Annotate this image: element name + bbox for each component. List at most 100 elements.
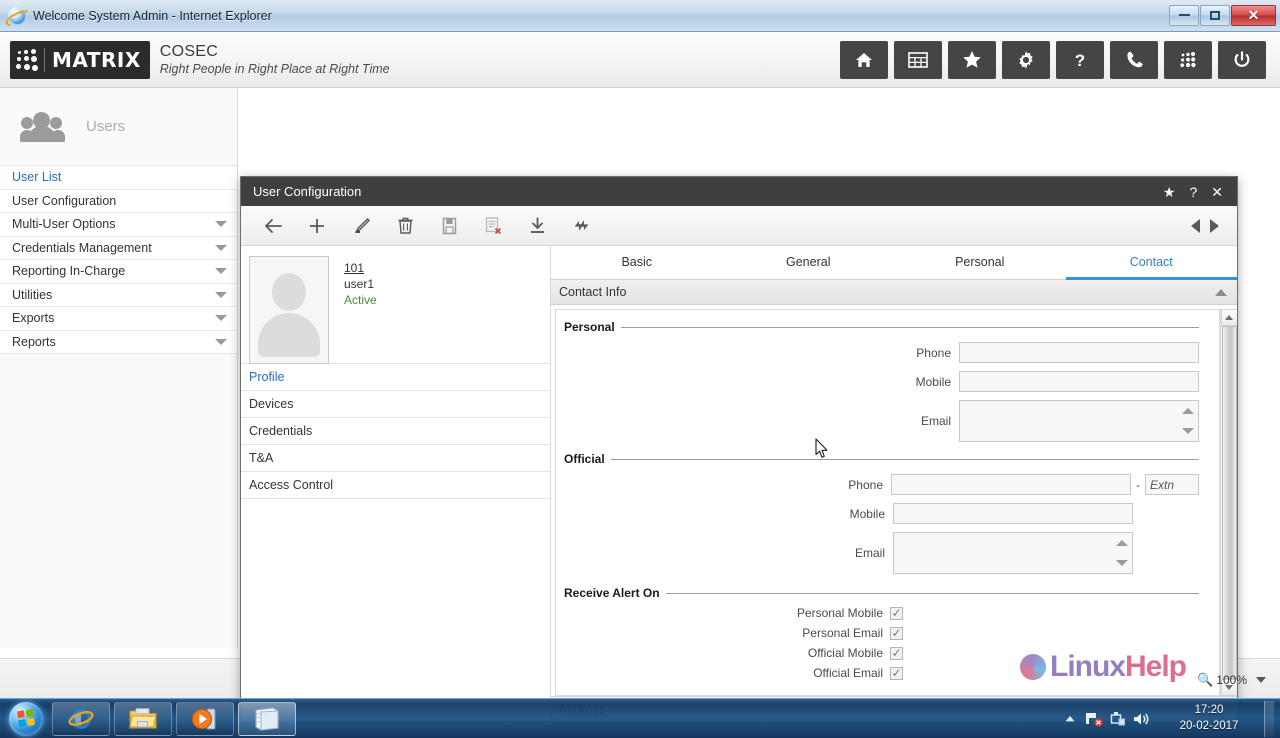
maximize-button[interactable] [1200,4,1230,26]
matrix-logo: MATRIX [10,40,150,79]
scrollbar-up-button[interactable] [1220,309,1237,326]
scroll-down-icon[interactable] [1181,421,1195,441]
help-icon[interactable]: ? [1056,40,1104,79]
user-id[interactable]: 101 [344,261,377,277]
tab-general[interactable]: General [723,246,895,280]
sidebar-item-exports[interactable]: Exports [0,307,237,331]
dots-icon[interactable] [1164,40,1212,79]
alert-checkbox-personal-email[interactable]: ✓ [890,626,903,640]
power-icon[interactable] [1218,40,1266,79]
sidebar-menu: User List User Configuration Multi-User Op… [0,166,237,354]
user-menu-item-access-control[interactable]: Access Control [241,472,550,499]
network-icon[interactable] [1082,710,1106,728]
star-icon[interactable] [948,40,996,79]
add-button[interactable] [295,211,339,241]
favorite-icon[interactable]: ★ [1163,185,1176,199]
chevron-down-icon[interactable] [215,315,227,322]
alert-row: Official Mobile ✓ [556,646,1199,660]
media-player-taskbar-icon[interactable] [176,701,234,736]
tab-basic[interactable]: Basic [551,246,723,280]
group-rule [665,592,1199,594]
scroll-up-icon[interactable] [1115,533,1129,553]
volume-icon[interactable] [1130,710,1154,728]
official-phone-label: Phone [848,477,883,492]
save-button[interactable] [427,211,471,241]
chevron-down-icon[interactable] [215,268,227,275]
dialog-title: User Configuration [253,184,362,199]
phone-icon[interactable] [1110,40,1158,79]
show-hidden-icons-icon[interactable] [1058,714,1082,724]
help-icon[interactable]: ? [1189,185,1197,199]
scrollbar-thumb[interactable] [1221,326,1237,679]
edit-button[interactable] [339,211,383,241]
internet-explorer-taskbar-icon[interactable] [52,701,110,736]
user-menu-item-label: T&A [249,451,274,465]
official-extension-input[interactable] [1145,474,1199,495]
chevron-down-icon[interactable] [1256,677,1266,683]
scroll-down-icon[interactable] [1115,553,1129,573]
alert-checkbox-personal-mobile[interactable]: ✓ [890,606,903,620]
action-center-icon[interactable] [1106,710,1130,728]
clear-button[interactable] [471,211,515,241]
sidebar-item-multi-user-options[interactable]: Multi-User Options [0,213,237,237]
personal-mobile-input[interactable] [959,371,1199,392]
official-email-input[interactable] [893,532,1133,574]
scroll-up-icon[interactable] [1181,401,1195,421]
app-window-taskbar-icon[interactable] [238,701,296,736]
user-menu-item-devices[interactable]: Devices [241,391,550,418]
official-mobile-label: Mobile [849,506,885,521]
chevron-down-icon[interactable] [215,291,227,298]
back-button[interactable] [251,211,295,241]
avatar-body [258,313,320,357]
user-menu-item-credentials[interactable]: Credentials [241,418,550,445]
personal-phone-label: Phone [916,345,951,360]
sidebar-item-reports[interactable]: Reports [0,330,237,354]
user-name: user1 [344,276,375,291]
contact-info-section-header[interactable]: Contact Info [551,280,1237,305]
next-record-button[interactable] [1210,218,1219,233]
sidebar-item-user-configuration[interactable]: User Configuration [0,189,237,213]
show-desktop-button[interactable] [1264,700,1274,737]
close-window-button[interactable]: ✕ [1231,4,1276,26]
sidebar-item-label: Reporting In-Charge [12,264,126,279]
official-mobile-input[interactable] [893,503,1133,524]
alert-checkbox-official-email[interactable]: ✓ [890,666,903,680]
minimize-button[interactable] [1169,4,1199,26]
personal-email-input[interactable] [959,400,1199,442]
refresh-button[interactable] [559,211,603,241]
official-phone-input[interactable] [891,474,1131,495]
file-explorer-taskbar-icon[interactable] [114,701,172,736]
user-menu-item-profile[interactable]: Profile [241,364,550,391]
system-tray: 17:20 20-02-2017 [1058,699,1280,738]
sidebar-item-utilities[interactable]: Utilities [0,283,237,307]
gear-icon[interactable] [1002,40,1050,79]
alert-checkbox-official-mobile[interactable]: ✓ [890,646,903,660]
maximize-icon [1210,10,1220,20]
sidebar-item-reporting-in-charge[interactable]: Reporting In-Charge [0,260,237,284]
user-configuration-dialog: User Configuration ★ ? ✕ 101 user1 Activ… [240,176,1238,722]
scrollbar-track[interactable] [1220,326,1237,679]
tab-personal[interactable]: Personal [894,246,1066,280]
sidebar-item-label: User Configuration [12,193,117,208]
user-menu-item-t-a[interactable]: T&A [241,445,550,472]
chevron-down-icon[interactable] [215,338,227,345]
download-button[interactable] [515,211,559,241]
personal-phone-row: Phone [556,342,1199,363]
personal-phone-input[interactable] [959,342,1199,363]
grid-icon[interactable] [894,40,942,79]
clock[interactable]: 17:20 20-02-2017 [1154,703,1258,734]
delete-button[interactable] [383,211,427,241]
home-icon[interactable] [840,40,888,79]
internet-explorer-icon [8,6,26,25]
close-icon[interactable]: ✕ [1211,185,1223,199]
chevron-down-icon[interactable] [215,221,227,228]
previous-record-button[interactable] [1191,218,1200,233]
sidebar-item-credentials-management[interactable]: Credentials Management [0,236,237,260]
user-panel: 101 user1 Active Profile Devices Credentia… [241,246,551,721]
tab-contact[interactable]: Contact [1065,246,1237,280]
sidebar-item-user-list[interactable]: User List [0,166,237,190]
form-scrollbar[interactable] [1220,309,1237,696]
start-button[interactable] [4,701,48,737]
chevron-down-icon[interactable] [215,244,227,251]
zoom-control[interactable]: 🔍 100% [1197,672,1266,688]
